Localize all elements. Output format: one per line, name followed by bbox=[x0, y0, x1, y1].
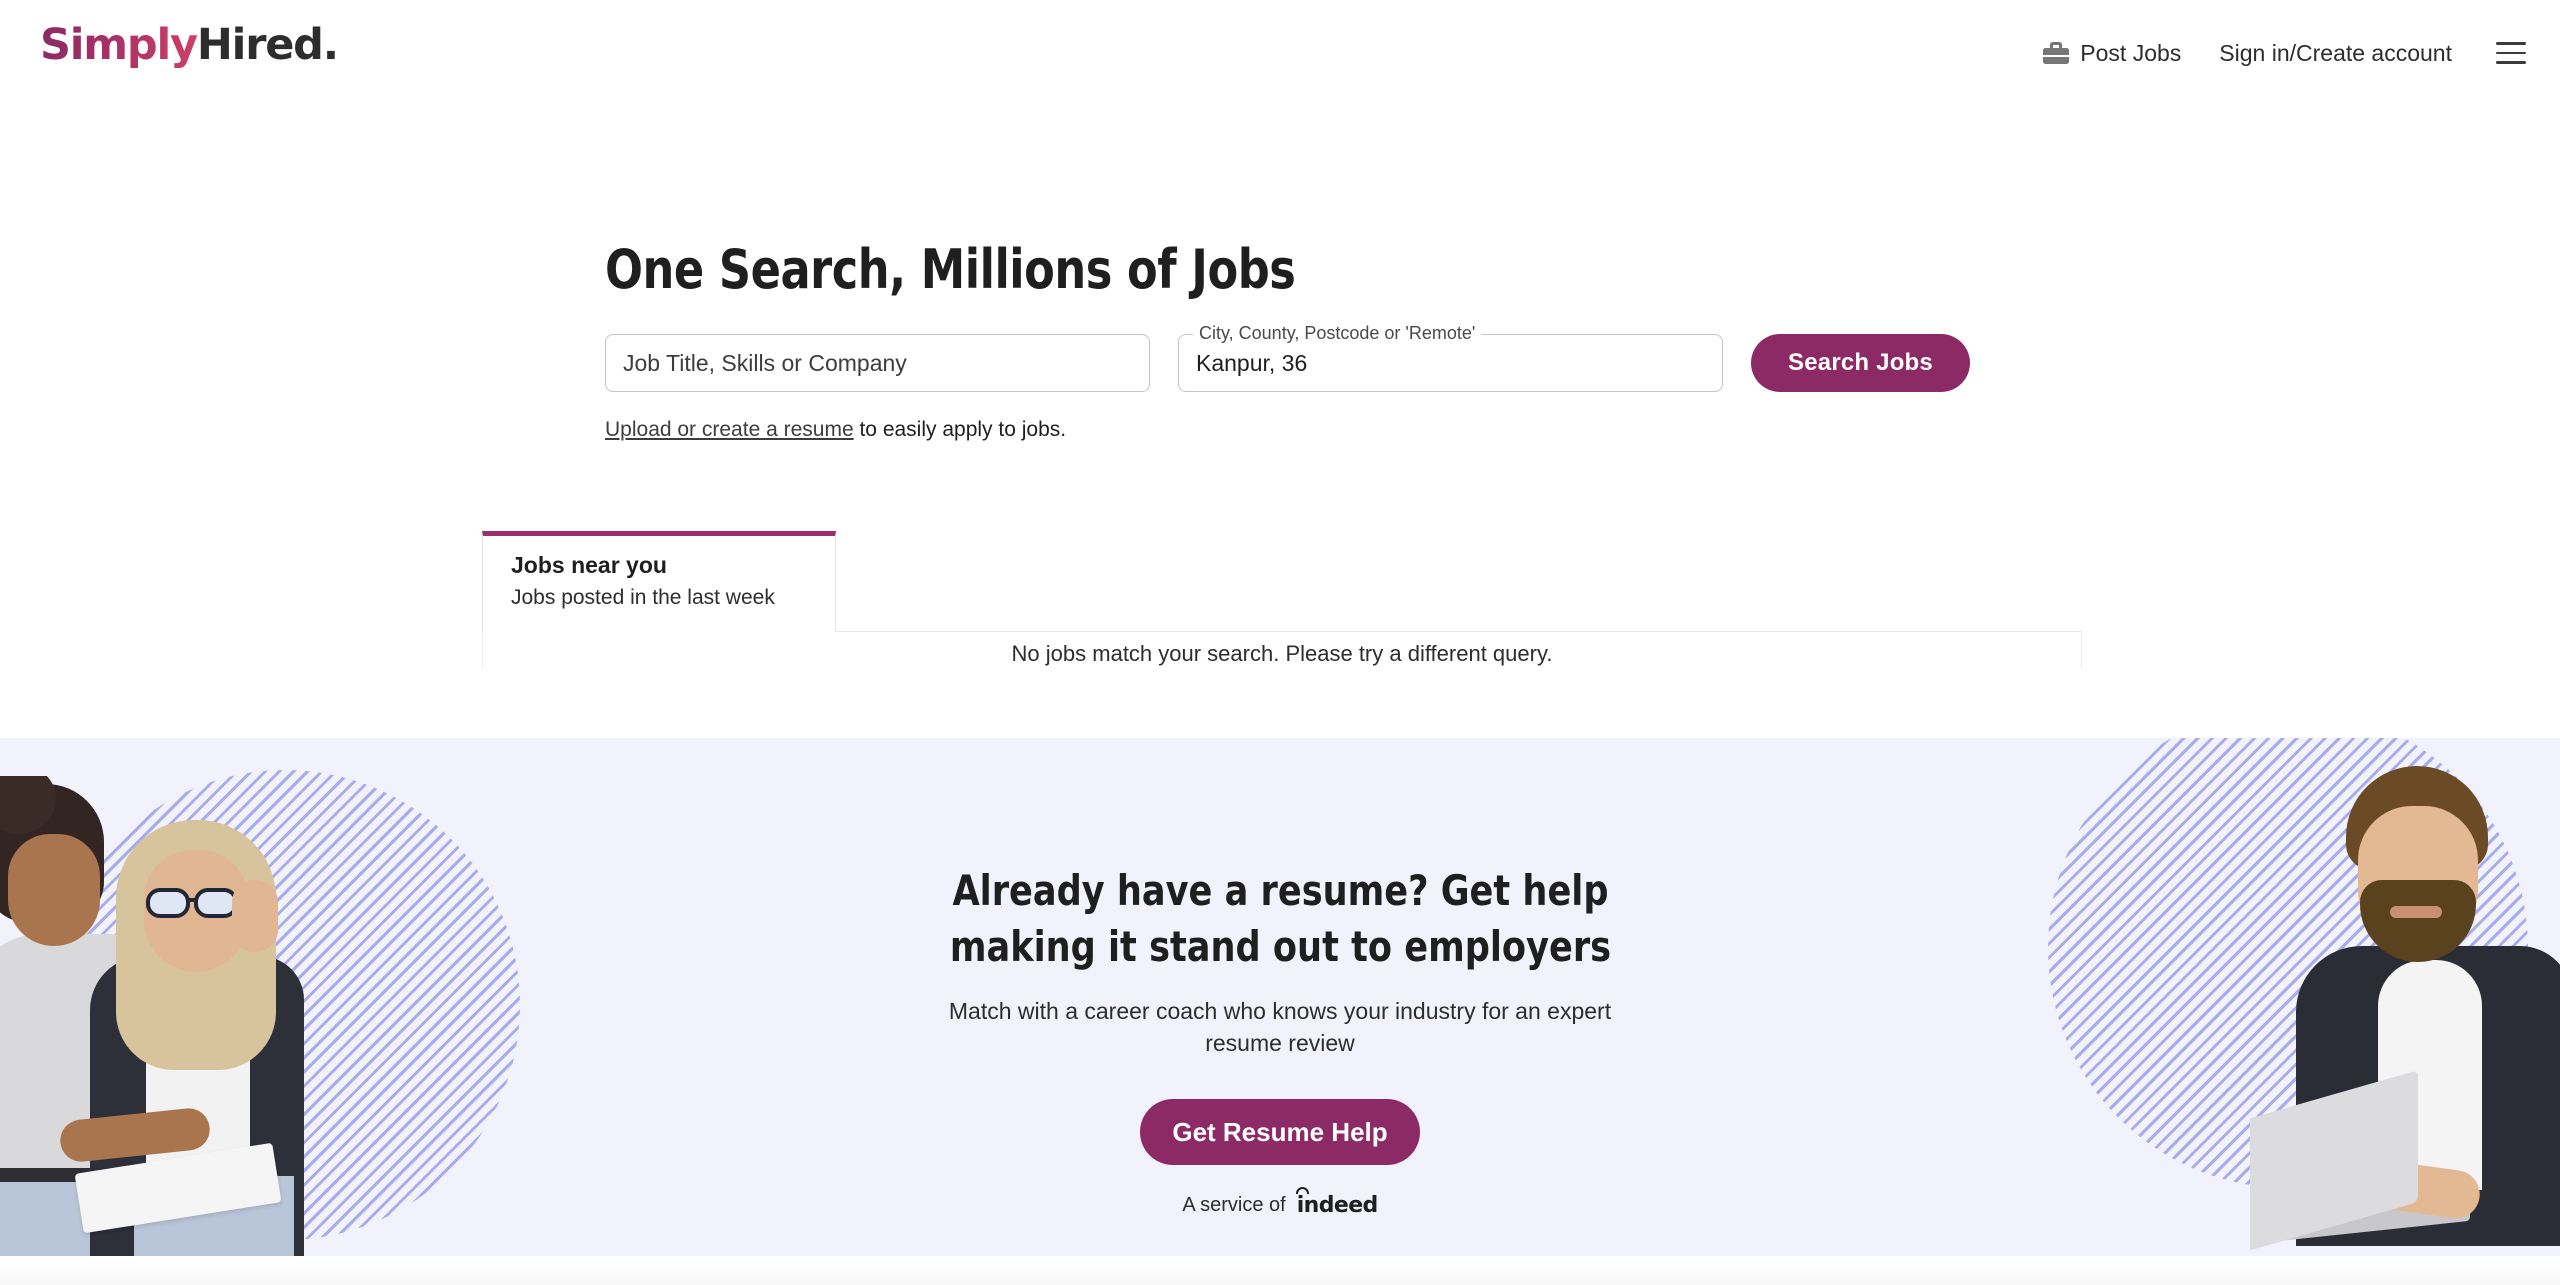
tab-strip-filler bbox=[836, 531, 2082, 632]
service-of-label: A service of bbox=[1182, 1194, 1286, 1217]
location-input[interactable] bbox=[1196, 349, 1705, 377]
post-jobs-label: Post Jobs bbox=[2080, 39, 2182, 66]
search-input[interactable] bbox=[623, 349, 1132, 377]
no-results-message: No jobs match your search. Please try a … bbox=[1011, 641, 1553, 666]
post-jobs-link[interactable]: Post Jobs bbox=[2043, 40, 2181, 67]
site-header: SimplyHired. Post Jobs Sign in/Create ac… bbox=[0, 0, 2560, 106]
search-jobs-button[interactable]: Search Jobs bbox=[1751, 334, 1970, 392]
hamburger-menu-icon[interactable] bbox=[2496, 41, 2526, 65]
indeed-arc-icon bbox=[1295, 1187, 1309, 1195]
page-root: SimplyHired. Post Jobs Sign in/Create ac… bbox=[0, 0, 2560, 1285]
tab-jobs-near-you[interactable]: Jobs near you Jobs posted in the last we… bbox=[482, 531, 836, 632]
banner-title: Already have a resume? Get help making i… bbox=[949, 863, 1610, 975]
get-resume-help-button[interactable]: Get Resume Help bbox=[1140, 1099, 1420, 1166]
resume-help-banner: Already have a resume? Get help making i… bbox=[0, 738, 2560, 1256]
indeed-logo: indeed bbox=[1295, 1187, 1379, 1219]
job-query-field[interactable] bbox=[605, 334, 1150, 392]
logo-text-hired: Hired. bbox=[196, 20, 339, 70]
service-of-indeed: A service of indeed bbox=[1182, 1187, 1379, 1219]
banner-subtitle-line2: resume review bbox=[1205, 1030, 1355, 1057]
upload-resume-prompt: Upload or create a resume to easily appl… bbox=[605, 418, 1066, 442]
header-nav: Post Jobs Sign in/Create account bbox=[2043, 0, 2526, 106]
banner-subtitle: Match with a career coach who knows your… bbox=[949, 995, 1611, 1060]
page-title: One Search, Millions of Jobs bbox=[605, 238, 1296, 301]
simplyhired-logo[interactable]: SimplyHired. bbox=[40, 20, 339, 70]
briefcase-icon bbox=[2043, 42, 2070, 64]
indeed-wordmark: indeed bbox=[1296, 1193, 1379, 1219]
location-field[interactable]: City, County, Postcode or 'Remote' bbox=[1178, 323, 1723, 392]
banner-content: Already have a resume? Get help making i… bbox=[0, 738, 2560, 1256]
upload-resume-rest: to easily apply to jobs. bbox=[853, 418, 1067, 441]
tab-jobs-near-you-title: Jobs near you bbox=[511, 552, 667, 578]
tab-jobs-near-you-subtitle: Jobs posted in the last week bbox=[511, 586, 775, 609]
banner-subtitle-line1: Match with a career coach who knows your… bbox=[948, 997, 1612, 1024]
upload-resume-link[interactable]: Upload or create a resume bbox=[605, 418, 854, 441]
location-field-label: City, County, Postcode or 'Remote' bbox=[1193, 323, 1482, 344]
sign-in-create-account-link[interactable]: Sign in/Create account bbox=[2219, 40, 2452, 67]
banner-title-line1: Already have a resume? Get help bbox=[952, 866, 1608, 915]
logo-text-simply: Simply bbox=[40, 20, 198, 70]
banner-title-line2: making it stand out to employers bbox=[949, 921, 1611, 971]
page-bottom-strip bbox=[0, 1256, 2560, 1285]
